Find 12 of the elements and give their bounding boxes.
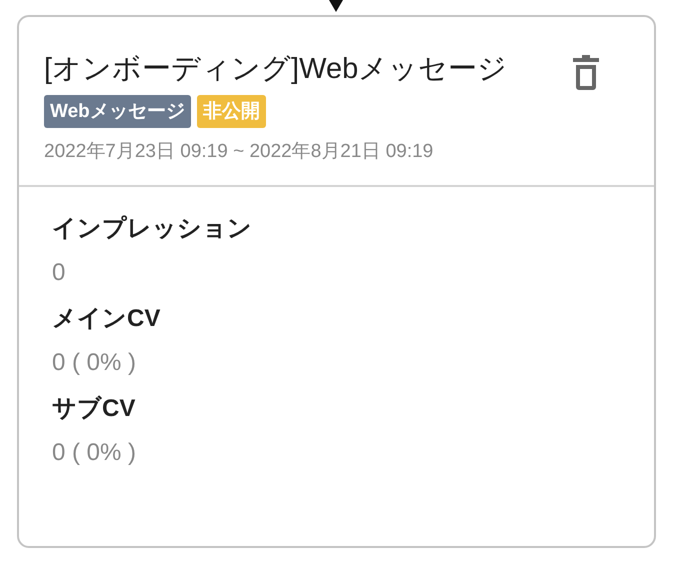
metric-label: インプレッション xyxy=(52,214,253,244)
status-badge: Webメッセージ xyxy=(44,95,191,128)
metric-label: メインCV xyxy=(52,304,162,334)
metric-value: 0 xyxy=(52,258,66,288)
caret-icon xyxy=(329,0,343,12)
card-title: [オンボーディング]Webメッセージ xyxy=(44,52,508,87)
metric-value: 0 ( 0% ) xyxy=(52,438,138,468)
date-range: 2022年7月23日 09:19 ~ 2022年8月21日 09:19 xyxy=(44,140,434,164)
metric-value: 0 ( 0% ) xyxy=(52,348,138,378)
metric-label: サブCV xyxy=(52,394,136,424)
status-badge: 非公開 xyxy=(196,95,266,128)
trash-icon[interactable] xyxy=(573,55,599,91)
